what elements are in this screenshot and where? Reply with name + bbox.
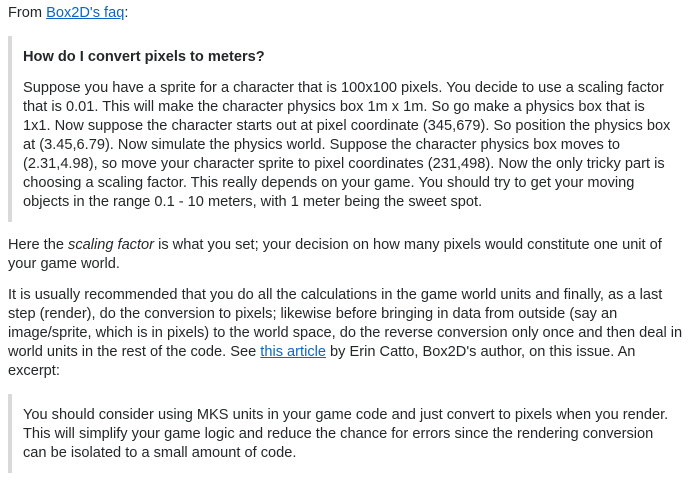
this-article-link[interactable]: this article [260,344,326,360]
intro-prefix: From [8,5,47,21]
intro-suffix: : [124,5,129,21]
excerpt-text: You should consider using MKS units in y… [23,407,669,461]
faq-question-heading: How do I convert pixels to meters? [23,49,265,65]
para1-prefix: Here the [8,237,69,253]
scaling-factor-emphasis: scaling factor [68,237,155,253]
faq-answer-text: Suppose you have a sprite for a characte… [23,80,671,210]
scaling-factor-paragraph: Here the scaling factor is what you set;… [8,236,684,274]
box2d-faq-link[interactable]: Box2D's faq [46,5,124,21]
excerpt-blockquote: You should consider using MKS units in y… [8,394,684,473]
answer-body: From Box2D's faq: How do I convert pixel… [0,0,692,501]
recommendation-paragraph: It is usually recommended that you do al… [8,286,684,381]
faq-blockquote: How do I convert pixels to meters? Suppo… [8,36,684,222]
intro-line: From Box2D's faq: [8,4,684,23]
